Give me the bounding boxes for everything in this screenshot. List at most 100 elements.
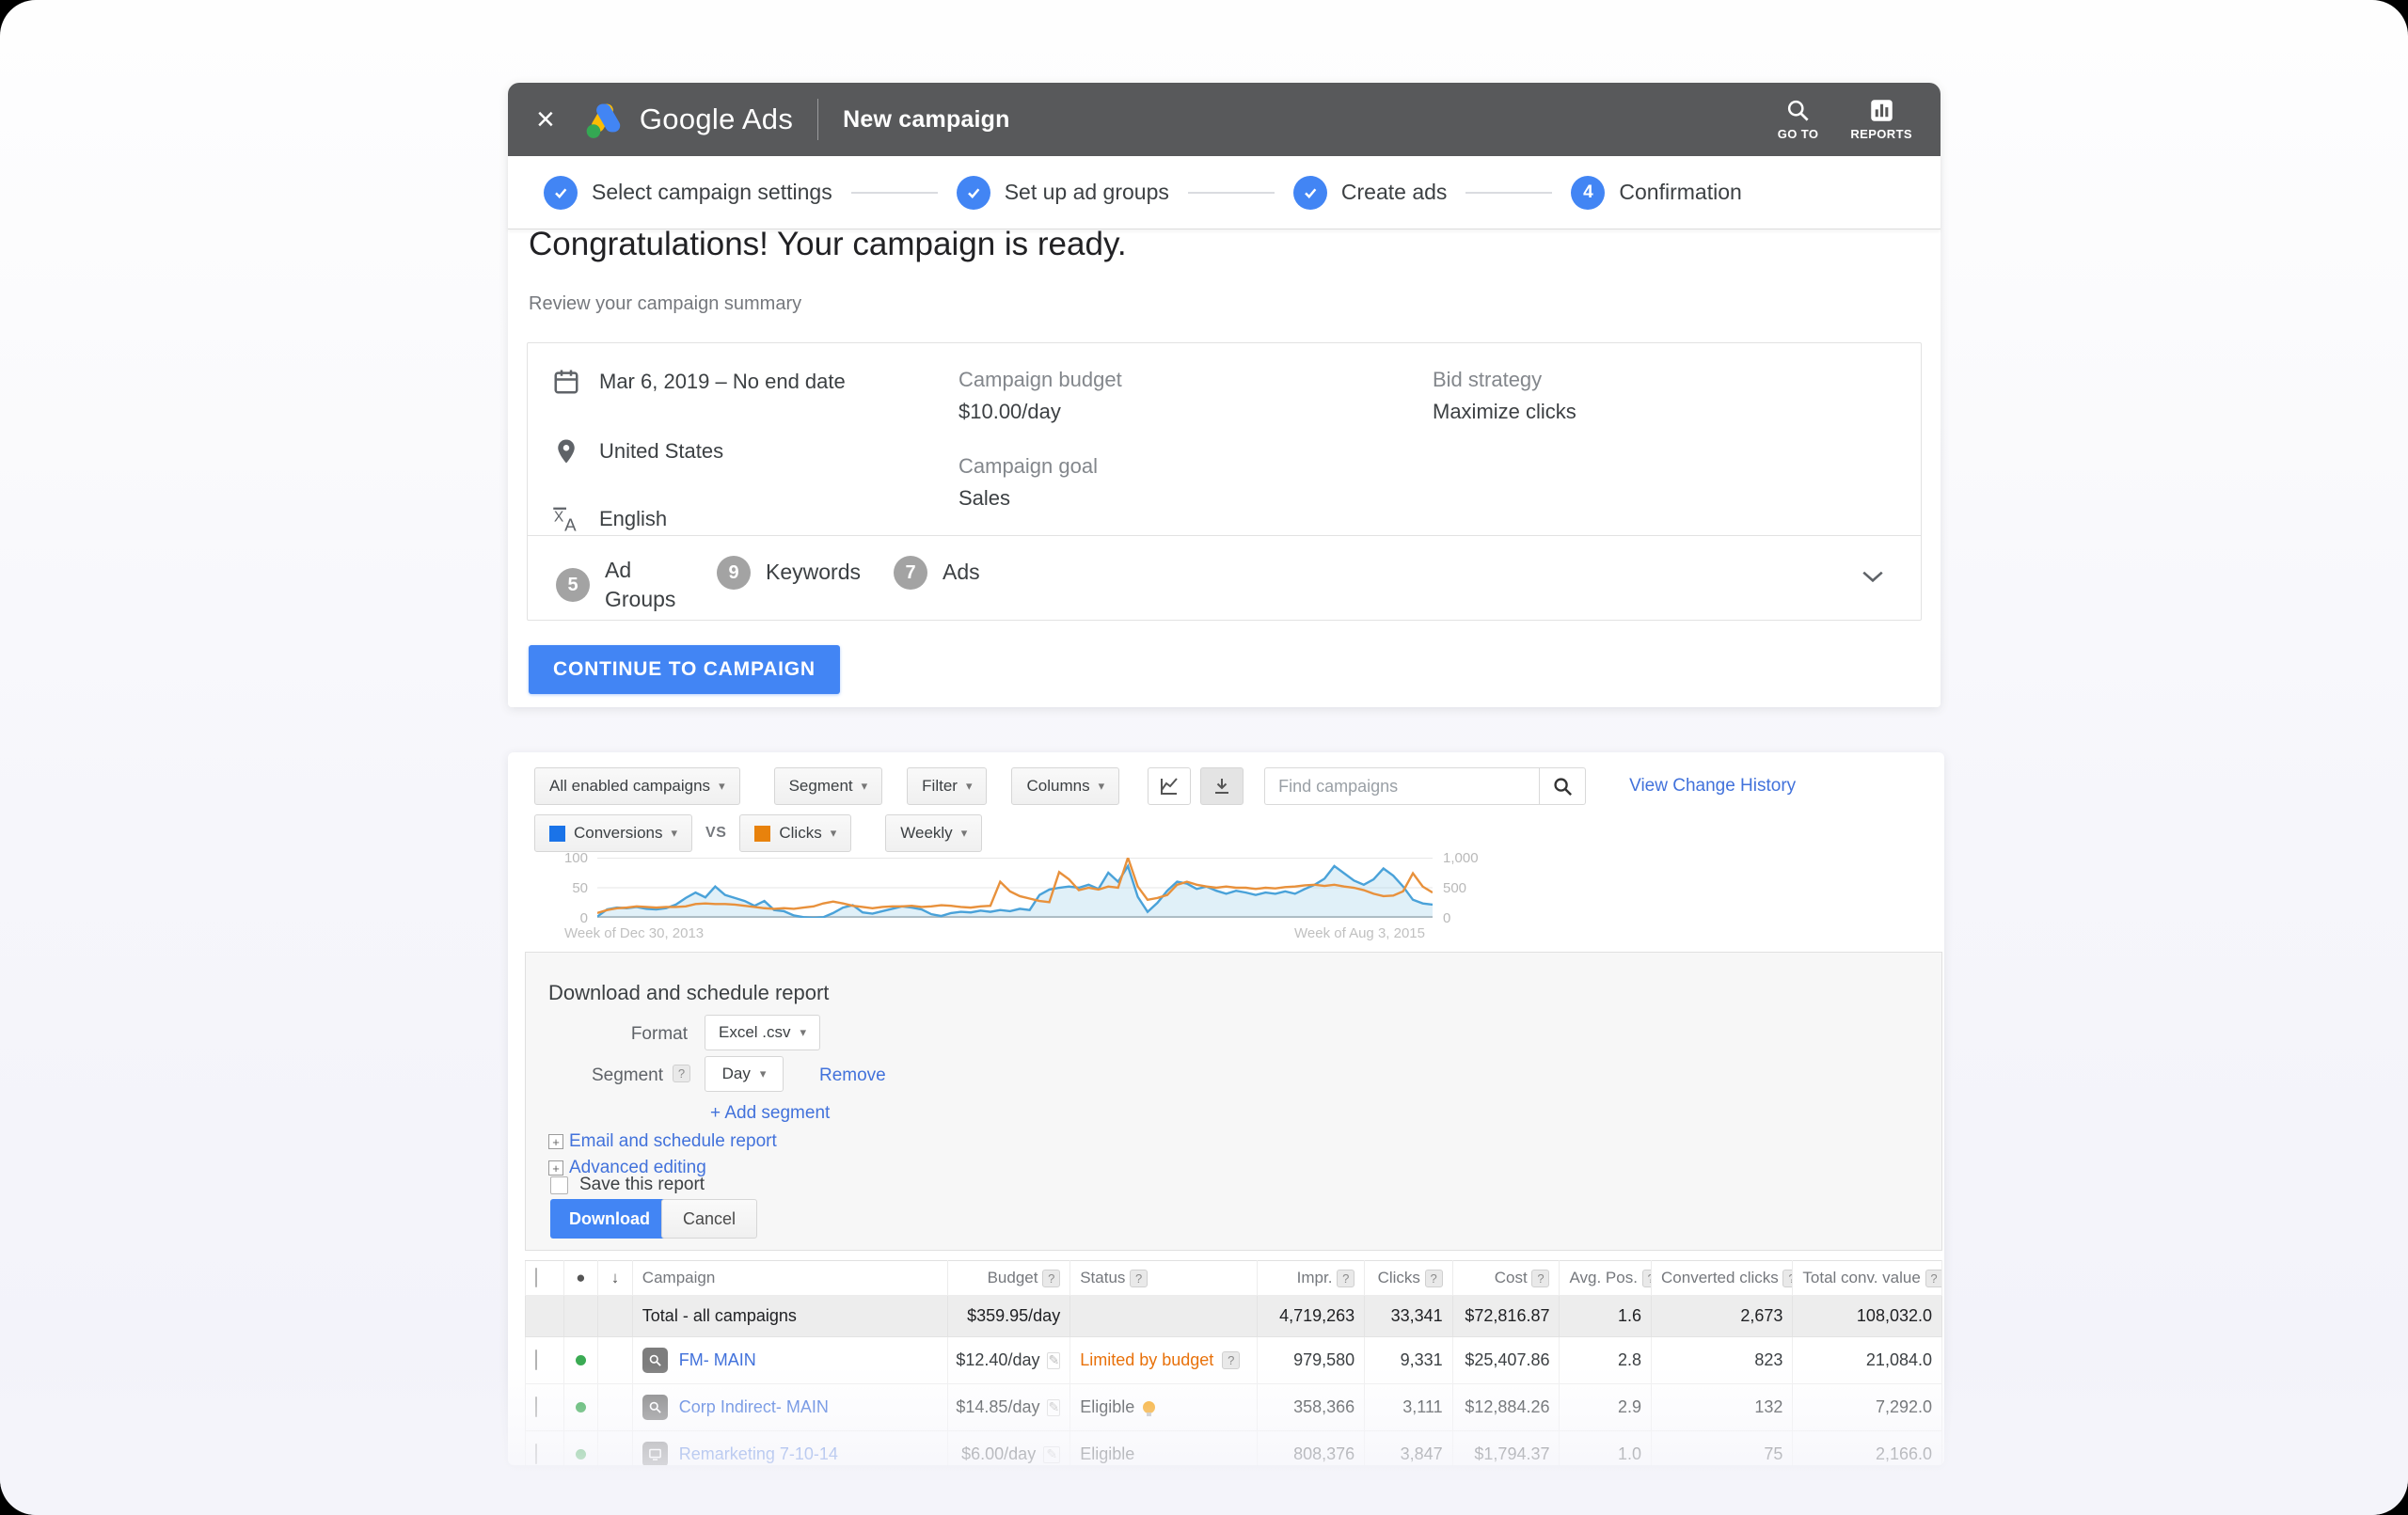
interval-dropdown[interactable]: Weekly ▾ bbox=[885, 814, 982, 852]
check-icon bbox=[1293, 176, 1327, 210]
cost-column-header[interactable]: Cost ? bbox=[1452, 1261, 1560, 1296]
right-axis-tick: 1,000 bbox=[1443, 850, 1479, 866]
campaign-name-link[interactable]: FM- MAIN bbox=[679, 1350, 756, 1370]
email-schedule-expander[interactable]: + Email and schedule report bbox=[548, 1131, 777, 1152]
location-text: United States bbox=[599, 439, 723, 464]
status-text: Eligible bbox=[1080, 1444, 1134, 1464]
select-all-checkbox[interactable] bbox=[535, 1268, 537, 1287]
row-checkbox[interactable] bbox=[535, 1444, 537, 1464]
clicks-column-header[interactable]: Clicks ? bbox=[1365, 1261, 1452, 1296]
total-conv-value-column-header[interactable]: Total conv. value ? bbox=[1793, 1261, 1942, 1296]
help-icon[interactable]: ? bbox=[1425, 1270, 1443, 1287]
help-icon[interactable]: ? bbox=[1222, 1351, 1240, 1369]
count-label: Ads bbox=[943, 558, 980, 587]
remove-segment-link[interactable]: Remove bbox=[819, 1065, 886, 1086]
row-checkbox-cell[interactable] bbox=[526, 1384, 564, 1431]
view-change-history-link[interactable]: View Change History bbox=[1629, 776, 1796, 797]
count-badge: 9 bbox=[717, 556, 751, 590]
help-icon[interactable]: ? bbox=[1130, 1270, 1148, 1287]
enabled-status-icon bbox=[576, 1402, 586, 1412]
edit-budget-icon[interactable]: ✎ bbox=[1043, 1446, 1060, 1463]
segment-value-dropdown[interactable]: Day ▾ bbox=[705, 1056, 784, 1092]
count-label: Ad Groups bbox=[605, 556, 674, 614]
edit-budget-icon[interactable]: ✎ bbox=[1047, 1352, 1060, 1369]
download-report-button[interactable] bbox=[1200, 767, 1244, 805]
right-series-dropdown[interactable]: Clicks ▾ bbox=[739, 814, 851, 852]
find-campaigns-input[interactable] bbox=[1264, 767, 1539, 805]
help-icon[interactable]: ? bbox=[1782, 1270, 1792, 1287]
caret-down-icon: ▾ bbox=[760, 1066, 767, 1081]
help-icon[interactable]: ? bbox=[1337, 1270, 1354, 1287]
caret-down-icon: ▾ bbox=[800, 1025, 807, 1040]
caret-down-icon: ▾ bbox=[719, 779, 725, 794]
step-set-up-ad-groups[interactable]: Set up ad groups bbox=[957, 176, 1169, 210]
help-icon[interactable]: ? bbox=[1531, 1270, 1549, 1287]
step-create-ads[interactable]: Create ads bbox=[1293, 176, 1448, 210]
step-number-badge: 4 bbox=[1571, 176, 1605, 210]
campaign-name-link[interactable]: Corp Indirect- MAIN bbox=[679, 1397, 829, 1417]
location-row: United States bbox=[552, 437, 723, 466]
row-checkbox-cell[interactable] bbox=[526, 1337, 564, 1384]
table-header-row: ● ↓ Campaign Budget ? Status ? Impr. ? C… bbox=[526, 1261, 1942, 1296]
converted-clicks-value: 823 bbox=[1652, 1337, 1793, 1384]
caret-down-icon: ▾ bbox=[831, 826, 837, 841]
impr-column-header[interactable]: Impr. ? bbox=[1258, 1261, 1365, 1296]
row-checkbox[interactable] bbox=[535, 1397, 537, 1417]
add-segment-link[interactable]: + Add segment bbox=[710, 1103, 830, 1124]
total-converted-clicks: 2,673 bbox=[1652, 1296, 1793, 1337]
cancel-button[interactable]: Cancel bbox=[661, 1199, 757, 1239]
left-series-dropdown[interactable]: Conversions ▾ bbox=[534, 814, 692, 852]
screen-canvas: × Google Ads New campaign GO TO bbox=[0, 0, 2408, 1515]
campaign-name-link[interactable]: Remarketing 7-10-14 bbox=[679, 1444, 838, 1464]
step-label: Select campaign settings bbox=[592, 180, 832, 205]
continue-to-campaign-button[interactable]: CONTINUE TO CAMPAIGN bbox=[529, 645, 840, 694]
goto-button[interactable]: GO TO bbox=[1778, 98, 1819, 141]
budget-column-header[interactable]: Budget ? bbox=[948, 1261, 1070, 1296]
filter-label: Filter bbox=[922, 777, 958, 796]
ad-groups-count: 5 Ad Groups bbox=[556, 556, 674, 614]
chevron-down-icon bbox=[1861, 569, 1885, 584]
right-axis-tick: 0 bbox=[1443, 910, 1450, 926]
row-checkbox[interactable] bbox=[535, 1349, 537, 1370]
help-icon[interactable]: ? bbox=[1642, 1270, 1652, 1287]
segment-dropdown[interactable]: Segment ▾ bbox=[774, 767, 883, 805]
status-dot-column-header[interactable]: ● bbox=[563, 1261, 598, 1296]
campaign-column-header[interactable]: Campaign bbox=[632, 1261, 947, 1296]
search-campaign-type-icon bbox=[642, 1395, 668, 1420]
filter-dropdown[interactable]: Filter ▾ bbox=[907, 767, 987, 805]
format-dropdown[interactable]: Excel .csv ▾ bbox=[705, 1015, 820, 1050]
converted-clicks-column-header[interactable]: Converted clicks ? bbox=[1652, 1261, 1793, 1296]
bulb-icon[interactable] bbox=[1143, 1401, 1155, 1413]
avg-pos-column-header[interactable]: Avg. Pos. ? bbox=[1560, 1261, 1652, 1296]
campaign-summary-box: Mar 6, 2019 – No end date United States … bbox=[527, 342, 1922, 621]
save-report-checkbox[interactable] bbox=[550, 1176, 568, 1194]
edit-budget-icon[interactable]: ✎ bbox=[1047, 1399, 1060, 1416]
help-icon[interactable]: ? bbox=[1042, 1270, 1060, 1287]
campaign-filter-dropdown[interactable]: All enabled campaigns ▾ bbox=[534, 767, 740, 805]
step-select-campaign-settings[interactable]: Select campaign settings bbox=[544, 176, 832, 210]
reports-button[interactable]: REPORTS bbox=[1850, 98, 1912, 141]
expand-summary-button[interactable] bbox=[1861, 569, 1885, 589]
find-campaigns-search-button[interactable] bbox=[1539, 767, 1586, 805]
download-button[interactable]: Download bbox=[550, 1199, 669, 1239]
new-campaign-card: × Google Ads New campaign GO TO bbox=[508, 83, 1941, 707]
close-button[interactable]: × bbox=[536, 103, 555, 135]
columns-dropdown[interactable]: Columns ▾ bbox=[1011, 767, 1119, 805]
email-schedule-label: Email and schedule report bbox=[569, 1131, 777, 1152]
chart-line-icon bbox=[1158, 775, 1180, 797]
budget-value: $10.00/day bbox=[958, 400, 1061, 424]
step-connector bbox=[1188, 192, 1275, 194]
total-clicks: 33,341 bbox=[1365, 1296, 1452, 1337]
review-subheading: Review your campaign summary bbox=[529, 293, 801, 315]
step-label: Confirmation bbox=[1619, 180, 1741, 205]
status-column-header[interactable]: Status ? bbox=[1070, 1261, 1258, 1296]
row-checkbox-cell[interactable] bbox=[526, 1431, 564, 1466]
congrats-heading: Congratulations! Your campaign is ready. bbox=[529, 226, 1127, 263]
sort-column-header[interactable]: ↓ bbox=[598, 1261, 633, 1296]
step-confirmation[interactable]: 4 Confirmation bbox=[1571, 176, 1741, 210]
help-icon[interactable]: ? bbox=[673, 1065, 690, 1082]
help-icon[interactable]: ? bbox=[1925, 1270, 1942, 1287]
toggle-graph-button[interactable] bbox=[1148, 767, 1191, 805]
campaign-filter-label: All enabled campaigns bbox=[549, 777, 710, 796]
select-all-checkbox-cell[interactable] bbox=[526, 1261, 564, 1296]
